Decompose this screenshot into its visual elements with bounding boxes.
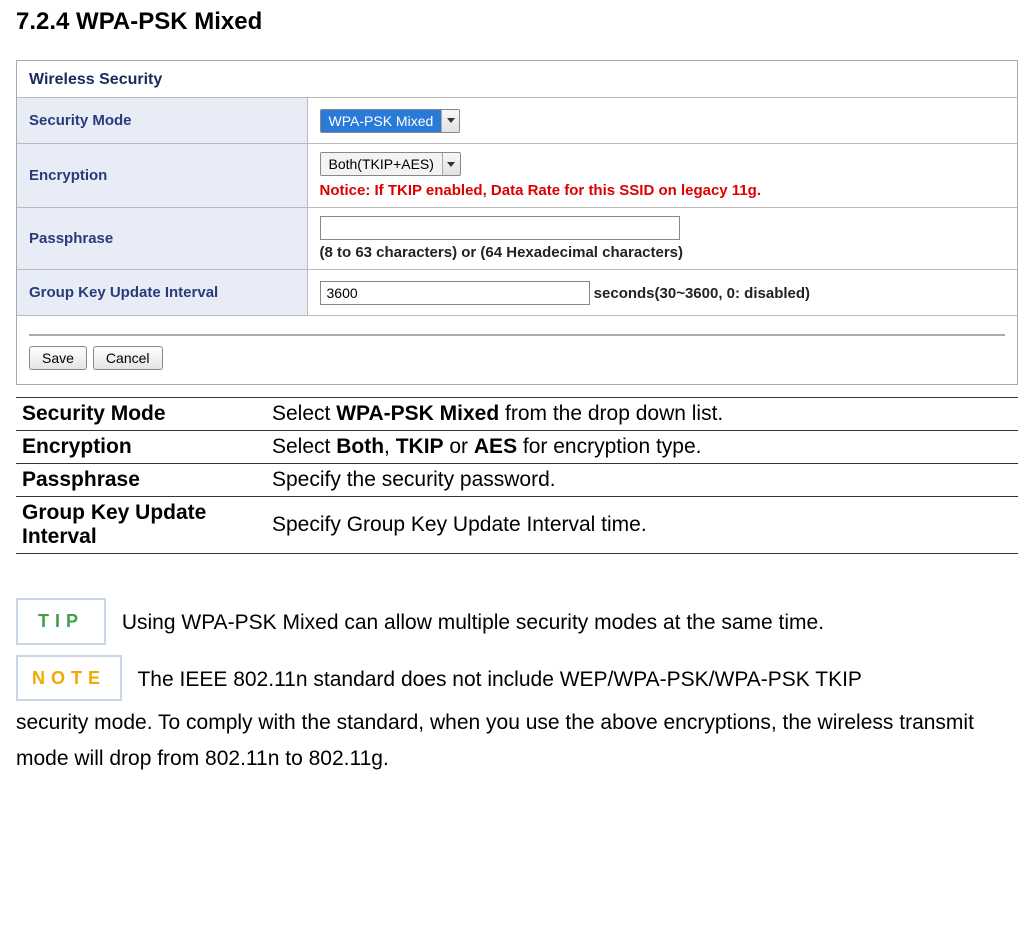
encryption-value: Both(TKIP+AES) [321, 153, 442, 175]
divider [29, 334, 1005, 336]
row-security-mode: Security Mode WPA-PSK Mixed [17, 98, 1017, 144]
note-line: NOTE The IEEE 802.11n standard does not … [16, 655, 1018, 706]
encryption-select[interactable]: Both(TKIP+AES) [320, 152, 461, 176]
label-security-mode: Security Mode [17, 98, 307, 144]
desc-label-security-mode: Security Mode [16, 398, 266, 431]
label-passphrase: Passphrase [17, 208, 307, 270]
desc-label-group-key: Group Key Update Interval [16, 497, 266, 554]
desc-value-encryption: Select Both, TKIP or AES for encryption … [266, 431, 1018, 464]
config-panel-screenshot: Wireless Security Security Mode WPA-PSK … [16, 60, 1018, 385]
desc-row-encryption: Encryption Select Both, TKIP or AES for … [16, 431, 1018, 464]
notes-block: TIP Using WPA-PSK Mixed can allow multip… [16, 598, 1018, 777]
note-text-part1: The IEEE 802.11n standard does not inclu… [137, 667, 861, 690]
encryption-notice: Notice: If TKIP enabled, Data Rate for t… [320, 182, 1006, 199]
label-encryption: Encryption [17, 144, 307, 208]
section-heading: 7.2.4 WPA-PSK Mixed [16, 8, 1018, 36]
passphrase-input[interactable] [320, 216, 680, 240]
note-badge-icon: NOTE [16, 655, 122, 702]
desc-value-security-mode: Select WPA-PSK Mixed from the drop down … [266, 398, 1018, 431]
tip-badge-icon: TIP [16, 598, 106, 645]
chevron-down-icon [442, 153, 460, 175]
desc-row-passphrase: Passphrase Specify the security password… [16, 464, 1018, 497]
panel-title: Wireless Security [17, 61, 1017, 97]
group-key-input[interactable] [320, 281, 590, 305]
security-mode-select[interactable]: WPA-PSK Mixed [320, 109, 461, 133]
desc-row-group-key: Group Key Update Interval Specify Group … [16, 497, 1018, 554]
desc-label-passphrase: Passphrase [16, 464, 266, 497]
note-text-part2: security mode. To comply with the standa… [16, 705, 1018, 776]
save-button[interactable]: Save [29, 346, 87, 370]
tip-line: TIP Using WPA-PSK Mixed can allow multip… [16, 598, 1018, 649]
description-table: Security Mode Select WPA-PSK Mixed from … [16, 397, 1018, 554]
config-form-table: Security Mode WPA-PSK Mixed Encryption B… [17, 97, 1017, 316]
desc-value-passphrase: Specify the security password. [266, 464, 1018, 497]
security-mode-value: WPA-PSK Mixed [321, 110, 442, 132]
tip-text: Using WPA-PSK Mixed can allow multiple s… [122, 611, 824, 634]
button-row: Save Cancel [17, 346, 1017, 384]
passphrase-hint: (8 to 63 characters) or (64 Hexadecimal … [320, 244, 1006, 261]
desc-value-group-key: Specify Group Key Update Interval time. [266, 497, 1018, 554]
chevron-down-icon [441, 110, 459, 132]
desc-row-security-mode: Security Mode Select WPA-PSK Mixed from … [16, 398, 1018, 431]
label-group-key: Group Key Update Interval [17, 270, 307, 316]
row-encryption: Encryption Both(TKIP+AES) Notice: If TKI… [17, 144, 1017, 208]
group-key-suffix: seconds(30~3600, 0: disabled) [594, 285, 810, 302]
row-passphrase: Passphrase (8 to 63 characters) or (64 H… [17, 208, 1017, 270]
desc-label-encryption: Encryption [16, 431, 266, 464]
cancel-button[interactable]: Cancel [93, 346, 163, 370]
row-group-key: Group Key Update Interval seconds(30~360… [17, 270, 1017, 316]
